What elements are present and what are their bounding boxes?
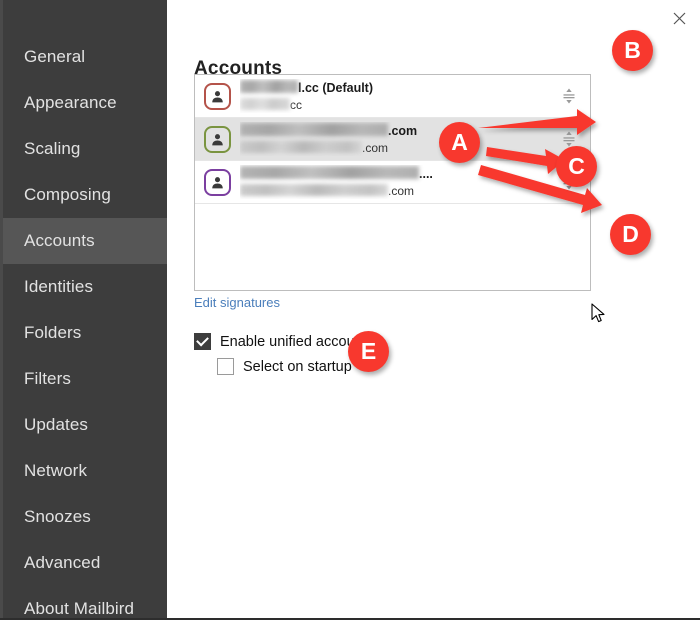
close-icon[interactable] xyxy=(667,6,691,30)
account-email-suffix: .com xyxy=(388,184,415,199)
reorder-handle-icon[interactable] xyxy=(561,171,577,193)
enable-unified-account-checkbox-row[interactable]: Enable unified account xyxy=(194,333,367,350)
sidebar-item-identities[interactable]: Identities xyxy=(3,264,167,310)
avatar-person-icon xyxy=(204,125,231,153)
select-on-startup-checkbox[interactable] xyxy=(217,358,234,375)
account-row[interactable]: .com .com xyxy=(195,118,590,161)
sidebar-item-label: About Mailbird xyxy=(24,599,135,618)
sidebar-item-updates[interactable]: Updates xyxy=(3,402,167,448)
redacted-text xyxy=(240,98,290,111)
redacted-text xyxy=(240,165,419,179)
sidebar-item-label: Updates xyxy=(24,415,89,434)
account-email-suffix: cc xyxy=(290,98,302,113)
sidebar-item-label: Network xyxy=(24,461,88,480)
reorder-handle-icon[interactable] xyxy=(561,128,577,150)
enable-unified-account-checkbox[interactable] xyxy=(194,333,211,350)
reorder-handle-icon[interactable] xyxy=(561,85,577,107)
settings-window: General Appearance Scaling Composing Acc… xyxy=(0,0,700,620)
select-on-startup-checkbox-row[interactable]: Select on startup xyxy=(217,358,352,375)
sidebar-item-advanced[interactable]: Advanced xyxy=(3,540,167,586)
account-name-suffix: .... xyxy=(419,166,433,181)
account-name: .com xyxy=(240,122,590,138)
sidebar-item-filters[interactable]: Filters xyxy=(3,356,167,402)
sidebar-item-label: Accounts xyxy=(24,231,95,250)
sidebar-item-label: Scaling xyxy=(24,139,81,158)
sidebar-item-composing[interactable]: Composing xyxy=(3,172,167,218)
mouse-cursor xyxy=(591,303,605,323)
account-email-suffix: .com xyxy=(362,141,389,156)
account-text: l.cc (Default) cc xyxy=(240,79,590,113)
sidebar-item-accounts[interactable]: Accounts xyxy=(3,218,167,264)
enable-unified-account-label: Enable unified account xyxy=(220,333,367,350)
account-name-suffix: .com xyxy=(388,123,418,138)
account-email: cc xyxy=(240,97,590,113)
redacted-text xyxy=(240,141,362,154)
sidebar-item-label: Appearance xyxy=(24,93,117,112)
redacted-text xyxy=(240,184,388,197)
settings-sidebar: General Appearance Scaling Composing Acc… xyxy=(0,0,167,618)
sidebar-item-appearance[interactable]: Appearance xyxy=(3,80,167,126)
edit-signatures-link[interactable]: Edit signatures xyxy=(194,295,280,310)
account-email: .com xyxy=(240,140,590,156)
avatar-person-icon xyxy=(204,168,231,196)
sidebar-item-label: General xyxy=(24,47,86,66)
sidebar-item-label: Composing xyxy=(24,185,111,204)
account-row[interactable]: l.cc (Default) cc xyxy=(195,75,590,118)
account-row[interactable]: .... .com xyxy=(195,161,590,204)
sidebar-item-label: Advanced xyxy=(24,553,101,572)
account-email: .com xyxy=(240,183,590,199)
sidebar-item-label: Filters xyxy=(24,369,71,388)
redacted-text xyxy=(240,79,298,93)
accounts-settings-panel: Accounts l.cc (Default) cc .com .com ...… xyxy=(167,0,700,618)
sidebar-item-network[interactable]: Network xyxy=(3,448,167,494)
account-name: l.cc (Default) xyxy=(240,79,590,95)
sidebar-item-label: Identities xyxy=(24,277,94,296)
sidebar-item-general[interactable]: General xyxy=(3,34,167,80)
sidebar-item-folders[interactable]: Folders xyxy=(3,310,167,356)
avatar-person-icon xyxy=(204,82,231,110)
redacted-text xyxy=(240,122,388,136)
account-text: .... .com xyxy=(240,165,590,199)
select-on-startup-label: Select on startup xyxy=(243,358,352,375)
sidebar-item-scaling[interactable]: Scaling xyxy=(3,126,167,172)
account-name-suffix: l.cc (Default) xyxy=(298,80,374,95)
accounts-list: l.cc (Default) cc .com .com .... .com xyxy=(194,74,591,291)
account-text: .com .com xyxy=(240,122,590,156)
sidebar-item-about[interactable]: About Mailbird xyxy=(3,586,167,632)
sidebar-item-snoozes[interactable]: Snoozes xyxy=(3,494,167,540)
sidebar-item-label: Snoozes xyxy=(24,507,91,526)
account-name: .... xyxy=(240,165,590,181)
sidebar-item-label: Folders xyxy=(24,323,82,342)
